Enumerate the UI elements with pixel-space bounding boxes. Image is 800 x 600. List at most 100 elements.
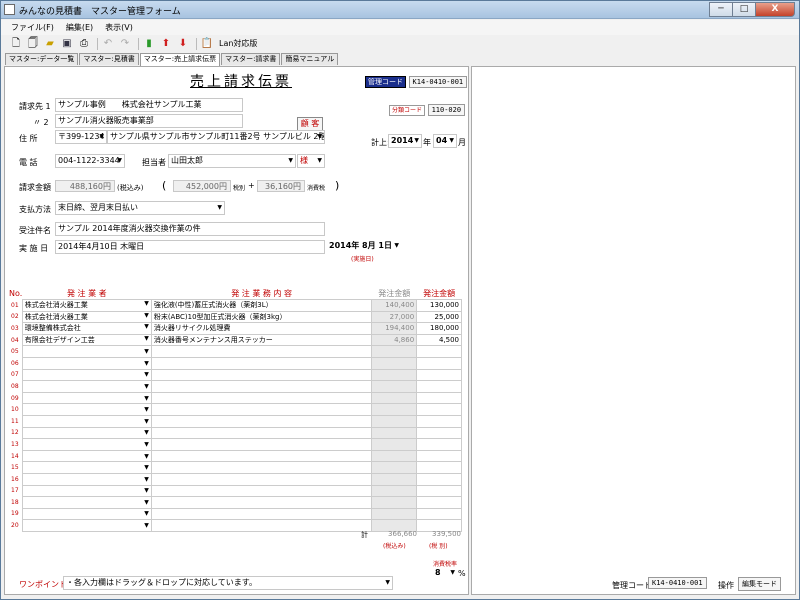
content-input[interactable] [150, 438, 373, 451]
maximize-button[interactable]: □ [732, 2, 756, 17]
vendor-select[interactable]: ▼ [21, 484, 152, 498]
honorific-select[interactable]: 様 ▼ [297, 154, 325, 168]
content-input[interactable]: 粉末(ABC)10型加圧式消火器（薬剤3kg） [150, 310, 373, 324]
content-input[interactable] [150, 426, 373, 440]
vendor-select[interactable]: ▼ [21, 380, 152, 393]
date-select[interactable]: 2014年 8月 1日 ▼ [327, 240, 401, 254]
vendor-select[interactable]: 環境整備株式会社 ▼ [21, 322, 152, 335]
vendor-select[interactable]: ▼ [21, 368, 152, 382]
content-input[interactable]: 消火器リサイクル処理費 [150, 322, 373, 335]
tab-invoice[interactable]: マスター:請求書 [221, 53, 281, 65]
date-input[interactable]: 2014年4月10日 木曜日 [55, 240, 325, 254]
fiscal-year-select[interactable]: 2014 ▼ [388, 134, 422, 148]
new-copy-icon[interactable]: 🗍 [26, 37, 40, 51]
menu-file[interactable]: ファイル(F) [11, 20, 54, 35]
amount-b-input[interactable] [416, 368, 462, 382]
content-input[interactable] [150, 472, 373, 486]
undo-icon[interactable]: ↶ [101, 37, 115, 51]
vendor-select[interactable]: 株式会社消火器工業 ▼ [21, 310, 152, 324]
content-input[interactable] [150, 368, 373, 382]
vendor-select[interactable]: ▼ [21, 414, 152, 428]
amount-b-input[interactable] [416, 391, 462, 405]
vendor-select[interactable]: ▼ [21, 449, 152, 463]
amount-b-input[interactable] [416, 356, 462, 370]
menu-view[interactable]: 表示(V) [105, 20, 133, 35]
battery-icon[interactable]: ▮ [142, 37, 156, 51]
content-input[interactable] [150, 461, 373, 474]
content-input[interactable] [150, 356, 373, 370]
content-input[interactable] [150, 519, 373, 532]
content-input[interactable] [150, 484, 373, 498]
content-input[interactable]: 強化液(中性)蓄圧式消火器（薬剤3L） [150, 299, 373, 312]
phone-select[interactable]: 004-1122-3344 ▼ [55, 154, 125, 168]
amount-b-input[interactable] [416, 472, 462, 486]
vendor-select[interactable]: ▼ [21, 403, 152, 416]
vendor-select[interactable]: 株式会社消火器工業 ▼ [21, 299, 152, 312]
open-folder-icon[interactable]: ▰ [43, 37, 57, 51]
fiscal-month-select[interactable]: 04 ▼ [433, 134, 457, 148]
minimize-button[interactable]: ─ [709, 2, 733, 17]
content-input[interactable] [150, 391, 373, 405]
vendor-select[interactable]: ▼ [21, 472, 152, 486]
amount-b-input[interactable]: 130,000 [416, 299, 462, 312]
amount-b-input[interactable] [416, 426, 462, 440]
content-input[interactable] [150, 449, 373, 463]
amount-b-input[interactable] [416, 414, 462, 428]
amount-b-input[interactable] [416, 403, 462, 416]
amount-b-input[interactable]: 4,500 [416, 333, 462, 347]
order-input[interactable]: サンプル 2014年度消火器交換作業の件 [55, 222, 325, 236]
amount-b-input[interactable] [416, 484, 462, 498]
postal-code-select[interactable]: 〒399-1234 ▼ [55, 130, 107, 144]
content-input[interactable] [150, 380, 373, 393]
vendor-select[interactable]: ▼ [21, 438, 152, 451]
vendor-select[interactable]: 有限会社デザイン工芸 ▼ [21, 333, 152, 347]
content-input[interactable] [150, 345, 373, 358]
new-document-icon[interactable]: 🗋 [9, 37, 23, 51]
amount-b-input[interactable] [416, 345, 462, 358]
amount-b-input[interactable] [416, 496, 462, 509]
vendor-select[interactable]: ▼ [21, 426, 152, 440]
vendor-select[interactable]: ▼ [21, 345, 152, 358]
content-input[interactable] [150, 496, 373, 509]
tab-sales-invoice[interactable]: マスター:売上請求伝票 [139, 53, 221, 66]
content-input[interactable] [150, 403, 373, 416]
edit-mode-button[interactable]: 編集モード [738, 577, 781, 591]
clipboard-icon[interactable]: 📋 [200, 37, 214, 51]
menu-edit[interactable]: 編集(E) [66, 20, 93, 35]
vendor-select[interactable]: ▼ [21, 496, 152, 509]
print-preview-icon[interactable]: ⎙ [77, 37, 91, 51]
amount-b-input[interactable] [416, 507, 462, 521]
title-bar[interactable]: みんなの見積書 マスター管理フォーム ─ □ X [1, 1, 799, 19]
amount-b-input[interactable] [416, 449, 462, 463]
vendor-select[interactable]: ▼ [21, 356, 152, 370]
tax-rate-select[interactable]: 8 ▼ [433, 567, 457, 579]
close-button[interactable]: X [755, 2, 795, 17]
amount-b-input[interactable]: 180,000 [416, 322, 462, 335]
customer-button[interactable]: 顧 客 [297, 117, 323, 131]
redo-icon[interactable]: ↷ [118, 37, 132, 51]
content-input[interactable] [150, 507, 373, 521]
bill-to-2-label: 〃 2 [33, 118, 49, 127]
payment-select[interactable]: 末日締、翌月末日払い ▼ [55, 201, 225, 215]
vendor-select[interactable]: ▼ [21, 391, 152, 405]
amount-b-input[interactable] [416, 380, 462, 393]
amount-b-input[interactable]: 25,000 [416, 310, 462, 324]
save-icon[interactable]: ▣ [60, 37, 74, 51]
bill-to-1-input[interactable]: サンプル事例 株式会社サンプル工業 [55, 98, 243, 112]
hint-select[interactable]: ・各入力欄はドラッグ＆ドロップに対応しています。 ▼ [63, 576, 393, 590]
tab-data-list[interactable]: マスター:データ一覧 [5, 53, 79, 65]
vendor-select[interactable]: ▼ [21, 461, 152, 474]
amount-b-input[interactable] [416, 461, 462, 474]
bill-to-2-input[interactable]: サンプル消火器販売事業部 [55, 114, 243, 128]
vendor-select[interactable]: ▼ [21, 507, 152, 521]
move-up-icon[interactable]: ⬆ [159, 37, 173, 51]
address-select[interactable]: サンプル県サンプル市サンプル町11番2号 サンプルビル 2階 ▼ [107, 130, 325, 144]
content-input[interactable] [150, 414, 373, 428]
person-select[interactable]: 山田太郎 ▼ [168, 154, 296, 168]
amount-b-input[interactable] [416, 438, 462, 451]
vendor-select[interactable]: ▼ [21, 519, 152, 532]
tab-manual[interactable]: 簡易マニュアル [281, 53, 339, 65]
content-input[interactable]: 消火器番号メンテナンス用ステッカー [150, 333, 373, 347]
tab-estimate[interactable]: マスター:見積書 [79, 53, 139, 65]
move-down-icon[interactable]: ⬇ [176, 37, 190, 51]
